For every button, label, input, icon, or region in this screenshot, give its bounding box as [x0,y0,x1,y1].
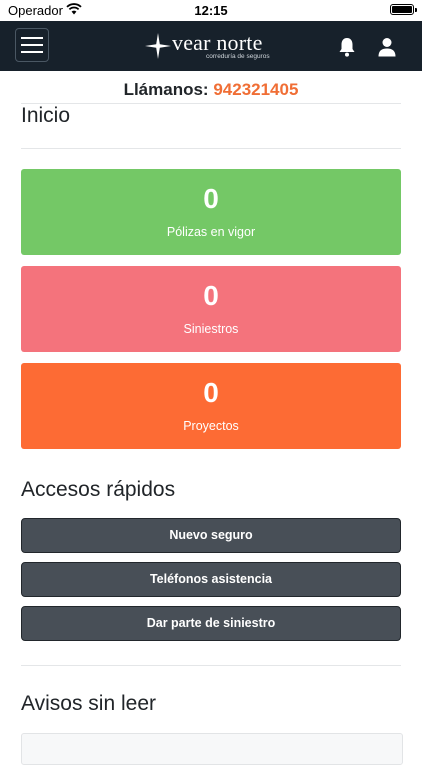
divider [21,103,401,104]
quick-access-title: Accesos rápidos [21,478,176,501]
top-navbar: vear norte correduría de seguros [0,21,422,71]
notices-list [21,733,403,765]
stat-value: 0 [203,183,219,214]
stat-label: Proyectos [183,419,239,433]
call-us-banner: Llámanos: 942321405 [0,80,422,100]
battery-icon [390,4,417,15]
phone-number-link[interactable]: 942321405 [213,80,298,99]
user-icon[interactable] [376,36,398,58]
stat-value: 0 [203,280,219,311]
page-title: Inicio [21,104,71,127]
star-logo-icon [145,33,171,59]
status-bar: Operador 12:15 [0,0,422,21]
brand-logo[interactable]: vear norte correduría de seguros [145,29,285,63]
call-us-label: Llámanos: [123,80,209,99]
report-claim-button[interactable]: Dar parte de siniestro [21,606,401,641]
divider [21,665,401,666]
bell-icon[interactable] [336,36,358,58]
stat-label: Siniestros [183,322,239,336]
stat-card-policies[interactable]: 0 Pólizas en vigor [21,169,401,255]
stat-value: 0 [203,377,219,408]
stat-label: Pólizas en vigor [166,225,256,239]
hamburger-menu-icon[interactable] [15,28,49,62]
status-time: 12:15 [194,3,228,18]
stat-card-projects[interactable]: 0 Proyectos [21,363,401,449]
new-insurance-button[interactable]: Nuevo seguro [21,518,401,553]
stat-card-claims[interactable]: 0 Siniestros [21,266,401,352]
assistance-phones-button[interactable]: Teléfonos asistencia [21,562,401,597]
logo-tagline: correduría de seguros [206,53,270,60]
unread-notices-title: Avisos sin leer [21,692,157,715]
divider [21,148,401,149]
